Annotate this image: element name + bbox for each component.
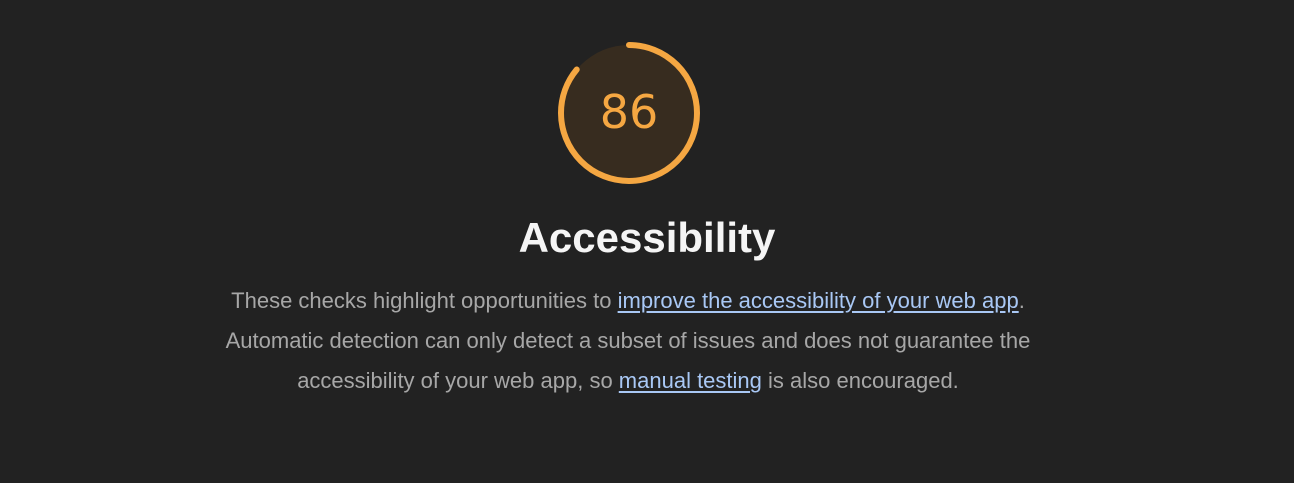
improve-accessibility-link[interactable]: improve the accessibility of your web ap… [618,288,1019,313]
category-description: These checks highlight opportunities to … [222,281,1034,401]
description-text-3: is also encouraged. [761,368,959,393]
manual-testing-link[interactable]: manual testing [619,368,762,393]
category-title: Accessibility [518,214,776,261]
description-text-1: These checks highlight opportunities to [231,288,618,313]
score-gauge[interactable]: 86 [556,40,702,186]
score-value: 86 [599,85,659,139]
category-header: 86 Accessibility These checks highlight … [0,0,1294,483]
